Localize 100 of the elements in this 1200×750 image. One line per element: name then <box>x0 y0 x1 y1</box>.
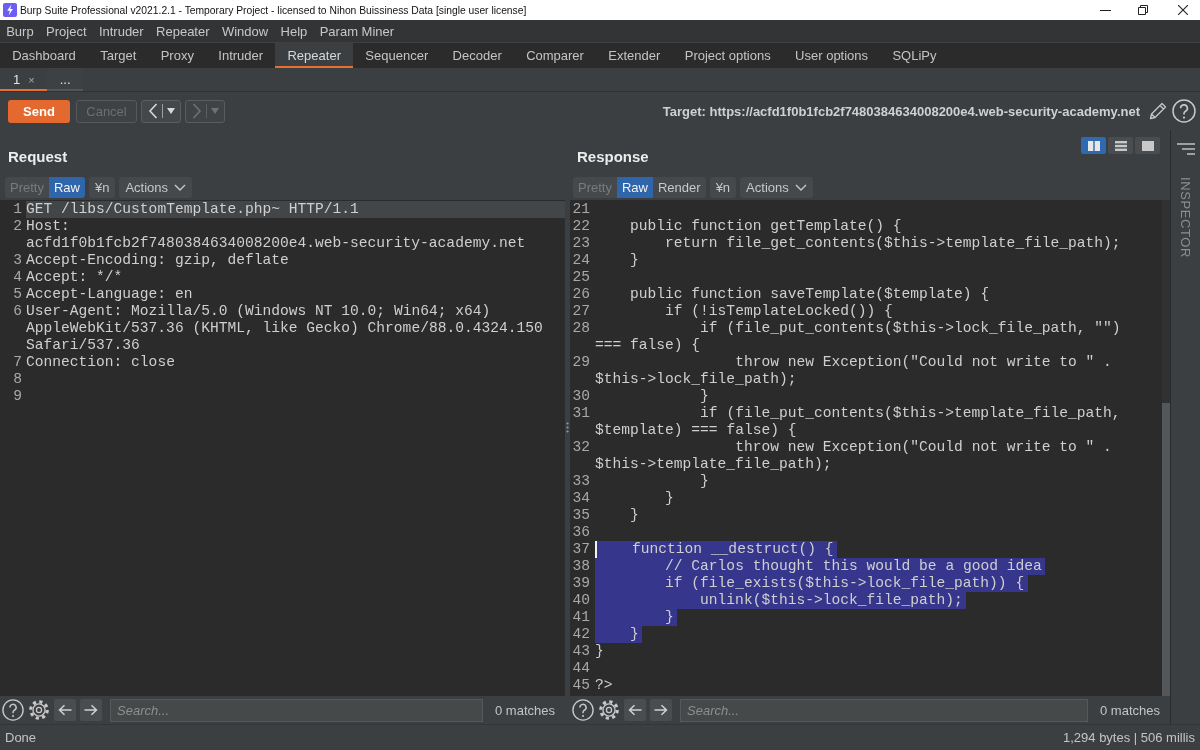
panel-title: Request <box>8 148 68 166</box>
next-match-button[interactable] <box>80 699 102 721</box>
view-tab[interactable]: Raw <box>616 176 653 198</box>
help-icon[interactable] <box>1172 99 1196 123</box>
line-number: 27 <box>571 303 590 320</box>
next-match-button[interactable] <box>650 699 672 721</box>
caret-down-icon[interactable] <box>167 108 175 114</box>
menu-item[interactable]: Burp <box>0 20 40 42</box>
search-field[interactable]: Search... <box>110 698 483 722</box>
line-number: 45 <box>571 677 590 694</box>
line-number: 8 <box>12 371 22 388</box>
tab[interactable]: Sequencer <box>353 43 441 68</box>
tab[interactable]: Decoder <box>440 43 514 68</box>
menu-icon[interactable] <box>1176 143 1195 155</box>
line-number: 44 <box>571 660 590 677</box>
tab[interactable]: Dashboard <box>0 43 88 68</box>
tab-close-button[interactable]: × <box>28 73 35 86</box>
settings-icon[interactable] <box>598 699 620 721</box>
actions-button[interactable]: Actions <box>740 176 813 198</box>
window-title: Burp Suite Professional v2021.2.1 - Temporary Project - licensed to Nihon Buissiness Data [single user license] <box>20 4 527 16</box>
code-line: return file_get_contents($this->template_file_path); <box>664 235 1121 252</box>
tab[interactable]: Target <box>88 43 149 68</box>
actions-button[interactable]: Actions <box>119 176 193 198</box>
line-number: 37 <box>571 541 590 558</box>
code-line: } <box>699 388 709 405</box>
line-number: 24 <box>571 252 590 269</box>
line-number: 2 <box>12 218 22 235</box>
match-count: 0 matches <box>1099 702 1160 718</box>
code-line: Accept-Encoding: gzip, deflate <box>26 252 289 269</box>
chevron-down-icon <box>174 183 187 191</box>
back-button[interactable] <box>141 99 181 123</box>
tab[interactable]: Proxy <box>148 43 207 68</box>
line-number: 38 <box>571 558 590 575</box>
line-number: 28 <box>571 320 590 337</box>
grip-icon[interactable] <box>566 421 569 433</box>
line-number: 3 <box>12 252 22 269</box>
tab[interactable]: Project options <box>672 43 783 68</box>
search-field[interactable]: Search... <box>680 698 1088 722</box>
code-editor[interactable] <box>570 200 1170 696</box>
newline-toggle-button[interactable]: ¥n <box>709 176 737 198</box>
minimize-icon[interactable] <box>1100 9 1111 11</box>
line-number: 41 <box>571 609 590 626</box>
line-number: 42 <box>571 626 590 643</box>
layout-button[interactable] <box>1081 137 1106 154</box>
code-line: Accept: */* <box>26 269 123 286</box>
menu-item[interactable]: Intruder <box>92 20 150 42</box>
menu-item[interactable]: Project <box>39 20 93 42</box>
code-line: throw new Exception("Could not write to " . $this->template_file_path); <box>595 439 1113 473</box>
columns-icon <box>1087 140 1100 151</box>
pencil-icon[interactable] <box>1148 101 1168 121</box>
arrow-left-icon <box>58 704 72 716</box>
line-number: 25 <box>571 269 590 286</box>
chevron-down-icon <box>794 183 807 191</box>
line-number: 4 <box>12 269 22 286</box>
previous-match-button[interactable] <box>624 699 646 721</box>
line-number: 34 <box>571 490 590 507</box>
status-message: Done <box>5 730 37 745</box>
layout-button[interactable] <box>1108 137 1133 154</box>
code-line: Connection: close <box>26 354 175 371</box>
menu-item[interactable]: Repeater <box>149 20 216 42</box>
arrow-right-icon <box>654 704 668 716</box>
code-line: public function getTemplate() { <box>629 218 902 235</box>
tab[interactable]: Extender <box>596 43 673 68</box>
line-number: 7 <box>12 354 22 371</box>
tab[interactable]: SQLiPy <box>880 43 949 68</box>
menu-item[interactable]: Param Miner <box>313 20 401 42</box>
menu-item[interactable]: Window <box>215 20 275 42</box>
layout-button[interactable] <box>1135 137 1160 154</box>
code-line: ?> <box>595 677 613 694</box>
line-number: 35 <box>571 507 590 524</box>
view-tab[interactable]: Render <box>653 176 706 198</box>
arrow-right-icon <box>84 704 98 716</box>
previous-match-button[interactable] <box>54 699 76 721</box>
tab[interactable]: Comparer <box>513 43 597 68</box>
code-editor[interactable] <box>0 200 565 696</box>
line-number: 29 <box>571 354 590 371</box>
help-icon[interactable] <box>572 699 594 721</box>
tab[interactable]: Intruder <box>206 43 276 68</box>
line-number: 22 <box>571 218 590 235</box>
match-count: 0 matches <box>494 702 555 718</box>
settings-icon[interactable] <box>28 699 50 721</box>
line-number: 26 <box>571 286 590 303</box>
menu-item[interactable]: Help <box>274 20 314 42</box>
help-icon[interactable] <box>2 699 24 721</box>
tab[interactable]: Repeater <box>275 43 354 68</box>
target-url: Target: https://acfd1f0b1fcb2f7480384634008200e4.web-security-academy.net <box>662 103 1140 119</box>
line-number: 9 <box>12 388 22 405</box>
newline-toggle-button[interactable]: ¥n <box>89 176 116 198</box>
restore-icon[interactable] <box>1138 5 1148 15</box>
code-line: } <box>595 643 604 660</box>
scrollbar-thumb[interactable] <box>1162 403 1170 696</box>
code-line: } <box>699 473 709 490</box>
view-tab[interactable]: Raw <box>48 176 85 198</box>
line-number: 39 <box>571 575 590 592</box>
tab[interactable]: User options <box>782 43 881 68</box>
line-number: 21 <box>571 201 590 218</box>
line-number: 31 <box>571 405 590 422</box>
code-line: } <box>629 507 639 524</box>
close-icon[interactable] <box>1178 5 1188 15</box>
line-number: 5 <box>12 286 22 303</box>
